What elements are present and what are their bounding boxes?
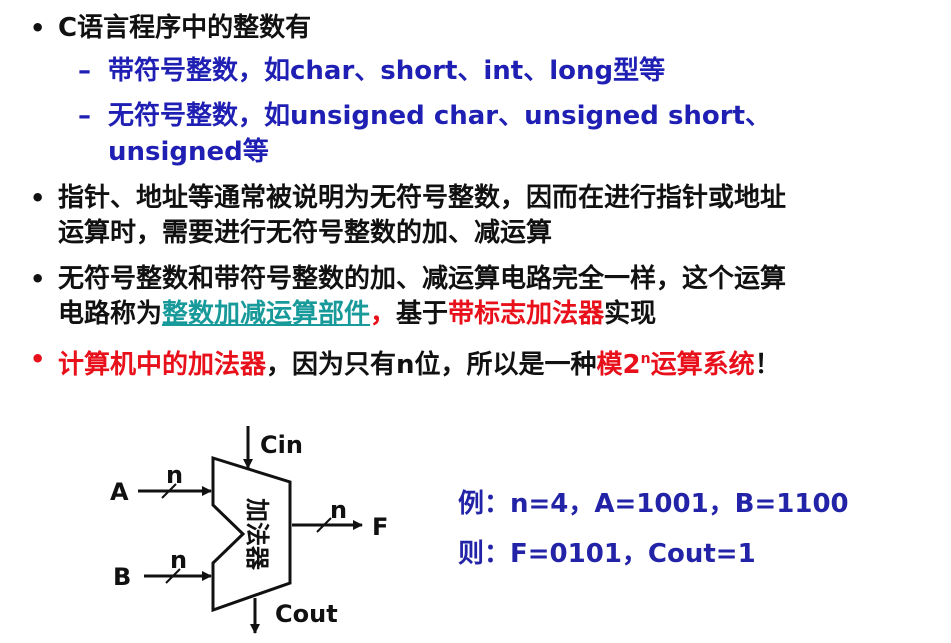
width-label-b: n — [170, 546, 188, 574]
adder-label: 加法器 — [243, 498, 271, 571]
sub-item-2-text-cont: unsigned等 — [108, 137, 269, 167]
bullet-3-comma: ， — [370, 299, 397, 329]
bullet-3-text-e: 实现 — [604, 299, 657, 329]
bullet-4-text: 计算机中的加法器，因为只有n位，所以是一种模2n运算系统！ — [58, 341, 781, 383]
bullet-4-system: 运算系统 — [650, 350, 755, 380]
bullet-marker: • — [30, 265, 46, 293]
dash-marker: – — [78, 56, 91, 86]
width-label-a: n — [166, 461, 184, 489]
sub-item-2-text: 无符号整数，如unsigned char、unsigned short、 — [108, 101, 772, 131]
width-label-f: n — [330, 496, 348, 524]
cout-label: Cout — [275, 600, 338, 628]
bullet-3-line-1: 无符号整数和带符号整数的加、减运算电路完全一样，这个运算 — [58, 264, 787, 294]
bullet-4-exclaim: ！ — [754, 350, 781, 380]
bullet-4-text-b: ，因为只有n位，所以是一种 — [266, 350, 597, 380]
cin-label: Cin — [260, 431, 303, 459]
bullet-marker: • — [30, 184, 46, 212]
bullet-4-adder: 计算机中的加法器 — [58, 350, 267, 380]
bullet-1-text: C语言程序中的整数有 — [58, 13, 312, 43]
example-line-2: 则：F=0101，Cout=1 — [458, 539, 756, 569]
bullet-4-mod-exponent: n — [640, 351, 651, 367]
bullet-2-line-1: 指针、地址等通常被说明为无符号整数，因而在进行指针或地址 — [58, 183, 787, 213]
bullet-4-mod: 模2 — [596, 350, 641, 380]
example-line-1: 例：n=4，A=1001，B=1100 — [458, 489, 849, 519]
integer-add-sub-unit-link[interactable]: 整数加减运算部件 — [162, 299, 370, 329]
bullet-3-text-a: 电路称为 — [58, 299, 163, 329]
output-f-label: F — [372, 513, 389, 541]
flag-adder-term: 带标志加法器 — [448, 299, 605, 329]
bullet-2-line-2: 运算时，需要进行无符号整数的加、减运算 — [58, 218, 553, 248]
sub-item-1-text: 带符号整数，如char、short、int、long型等 — [108, 56, 666, 86]
bullet-3-text-c: 基于 — [396, 299, 449, 329]
bullet-marker: • — [30, 14, 46, 42]
bullet-marker-red: • — [30, 345, 46, 373]
dash-marker: – — [78, 101, 91, 131]
input-b-label: B — [113, 563, 132, 591]
input-a-label: A — [110, 478, 129, 506]
bullet-3-line-2: 电路称为整数加减运算部件，基于带标志加法器实现 — [58, 296, 656, 332]
